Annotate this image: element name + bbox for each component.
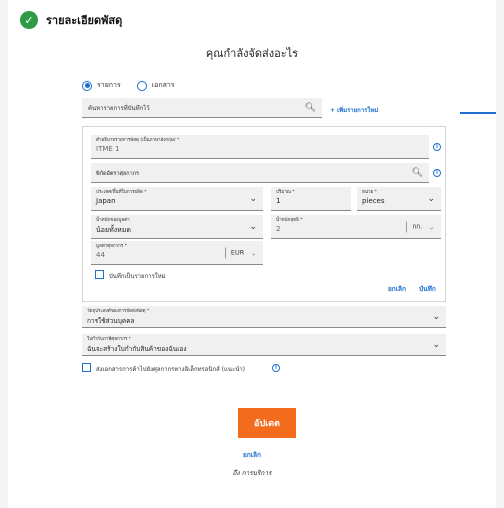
origin-country-select[interactable]: ประเทศ/พื้นที่ในการผลิต * Japan ⌄	[91, 187, 263, 211]
quantity-field[interactable]: ปริมาณ * 1	[271, 187, 351, 211]
search-icon[interactable]: 🔍︎	[305, 103, 316, 113]
chevron-down-icon: ⌄	[432, 339, 440, 350]
add-new-item-link[interactable]: + เพิ่มรายการใหม่	[330, 105, 378, 115]
paperless-trade-label: ส่งเอกสารการค้าไปยังศุลกากรทางอิเล็กทรอน…	[96, 366, 246, 373]
item-save-button[interactable]: บันทึก	[419, 284, 436, 294]
radio-items[interactable]	[82, 80, 92, 91]
origin-country-value: Japan	[96, 197, 116, 205]
info-icon[interactable]: i	[433, 169, 441, 177]
chevron-down-icon: ⌄	[432, 311, 440, 322]
divider	[406, 221, 408, 232]
shipment-purpose-label: วัตถุประสงค์ของการจัดส่งพัสดุ *	[87, 309, 150, 314]
to-service-text: ถึง การบริการ	[232, 469, 272, 477]
divider	[224, 247, 226, 258]
quantity-label: ปริมาณ *	[276, 190, 295, 195]
item-description-field[interactable]: คำอธิบายรายการพัสดุ (เป็นภาษาอังกฤษ) * I…	[91, 135, 429, 159]
section-title: รายละเอียดพัสดุ	[46, 14, 123, 27]
progress-indicator	[460, 112, 496, 114]
item-description-label: คำอธิบายรายการพัสดุ (เป็นภาษาอังกฤษ) *	[96, 138, 180, 143]
info-icon[interactable]: i	[433, 143, 441, 151]
unit-label: หน่วย *	[362, 190, 377, 195]
chevron-down-icon: ⌄	[249, 221, 257, 232]
unit-select[interactable]: หน่วย * pieces ⌄	[357, 187, 441, 211]
net-weight-field[interactable]: น้ำหนักสุทธิ * 2 กก. ⌄	[271, 215, 441, 239]
hs-code-field[interactable]: พิกัดอัตราศุลกากร 🔍︎	[91, 163, 429, 183]
customs-invoice-select[interactable]: ใบกำกับภาษีศุลกากร * ฉันจะสร้างใบกำกับสิ…	[82, 334, 446, 356]
section-header: ✓ รายละเอียดพัสดุ	[20, 10, 122, 30]
quantity-value: 1	[276, 197, 281, 205]
info-icon[interactable]: i	[272, 364, 280, 372]
shipment-purpose-value: การใช้ส่วนบุคคล	[87, 317, 135, 325]
chevron-down-icon: ⌄	[427, 193, 435, 204]
weight-unit-value: กก.	[412, 222, 423, 231]
paperless-trade-checkbox[interactable]	[82, 363, 91, 372]
chevron-down-icon: ⌄	[249, 193, 257, 204]
radio-documents-label: เอกสาร	[151, 81, 175, 89]
radio-documents[interactable]	[136, 80, 147, 91]
search-icon[interactable]: 🔍︎	[412, 168, 423, 178]
chevron-down-icon: ⌄	[250, 248, 257, 257]
item-details-panel: คำอธิบายรายการพัสดุ (เป็นภาษาอังกฤษ) * I…	[82, 126, 446, 302]
weight-type-value: น้อยทั้งหมด	[96, 226, 131, 234]
search-placeholder: ค้นหารายการที่บันทึกไว้	[88, 104, 150, 112]
customs-value-field[interactable]: มูลค่าศุลกากร * 44 EUR ⌄	[91, 241, 263, 265]
origin-country-label: ประเทศ/พื้นที่ในการผลิต *	[96, 190, 147, 195]
customs-invoice-value: ฉันจะสร้างใบกำกับสินค้าของฉันเอง	[87, 345, 187, 353]
question-title: คุณกำลังจัดส่งอะไร	[205, 47, 299, 60]
update-button[interactable]: อัปเดต	[238, 408, 296, 438]
customs-invoice-label: ใบกำกับภาษีศุลกากร *	[87, 337, 132, 342]
shipment-purpose-select[interactable]: วัตถุประสงค์ของการจัดส่งพัสดุ * การใช้ส่…	[82, 306, 446, 328]
currency-select[interactable]: EUR ⌄	[224, 247, 257, 258]
check-circle-icon: ✓	[20, 11, 38, 29]
save-as-new-item-label: บันทึกเป็นรายการใหม่	[109, 273, 166, 280]
item-cancel-button[interactable]: ยกเลิก	[388, 284, 406, 294]
weight-type-label: น้ำหนักของมูลค่า	[96, 218, 130, 223]
saved-items-search-input[interactable]: ค้นหารายการที่บันทึกไว้ 🔍︎	[82, 98, 322, 118]
weight-type-select[interactable]: น้ำหนักของมูลค่า น้อยทั้งหมด ⌄	[91, 215, 263, 239]
shipment-card: ✓ รายละเอียดพัสดุ คุณกำลังจัดส่งอะไร ราย…	[8, 0, 496, 508]
weight-unit-select[interactable]: กก. ⌄	[406, 221, 435, 232]
chevron-down-icon: ⌄	[428, 222, 435, 231]
cancel-link[interactable]: ยกเลิก	[8, 450, 496, 460]
item-description-value: ITME 1	[96, 145, 120, 153]
radio-items-label: รายการ	[97, 81, 121, 89]
save-as-new-item-checkbox[interactable]	[95, 270, 104, 279]
currency-value: EUR	[230, 248, 245, 257]
unit-value: pieces	[362, 197, 385, 205]
mode-radio-group: รายการ เอกสาร	[82, 80, 191, 91]
hs-code-label: พิกัดอัตราศุลกากร	[96, 171, 140, 177]
